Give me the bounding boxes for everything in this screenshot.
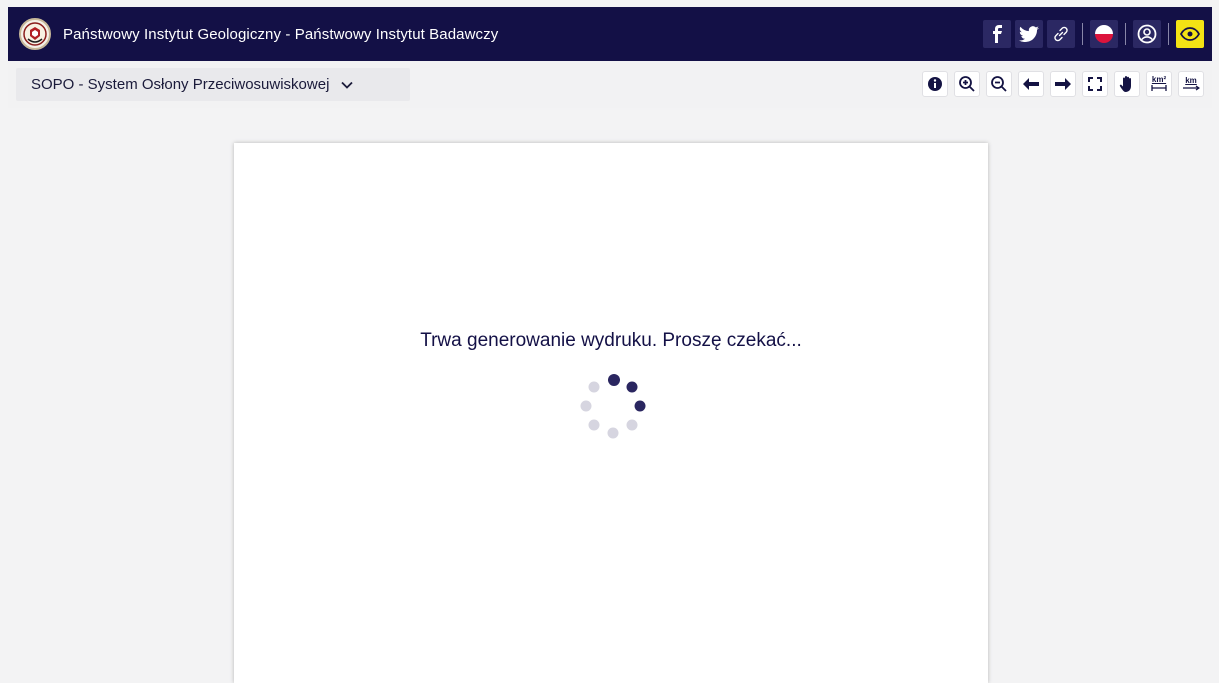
measure-distance-icon xyxy=(1183,85,1200,91)
spinner-dot xyxy=(626,381,638,393)
app-selector-label: SOPO - System Osłony Przeciwosuwiskowej xyxy=(31,76,330,93)
previous-extent-button[interactable] xyxy=(1018,71,1044,97)
link-icon[interactable] xyxy=(1047,20,1075,48)
next-extent-button[interactable] xyxy=(1050,71,1076,97)
print-preview-panel: Trwa generowanie wydruku. Proszę czekać.… xyxy=(234,143,988,683)
full-extent-icon xyxy=(1088,77,1102,91)
pan-button[interactable] xyxy=(1114,71,1140,97)
measure-area-icon xyxy=(1151,85,1167,91)
measure-distance-label: km xyxy=(1185,76,1197,85)
zoom-in-button[interactable] xyxy=(954,71,980,97)
zoom-out-button[interactable] xyxy=(986,71,1012,97)
loading-spinner-icon xyxy=(580,374,646,439)
facebook-icon[interactable] xyxy=(983,20,1011,48)
measure-area-label: km² xyxy=(1151,75,1167,84)
info-button[interactable] xyxy=(922,71,948,97)
header-divider xyxy=(1168,23,1169,45)
user-account-icon[interactable] xyxy=(1133,20,1161,48)
spinner-dot xyxy=(634,400,646,412)
zoom-out-icon xyxy=(991,76,1007,92)
eye-icon[interactable] xyxy=(1176,20,1204,48)
app-selector-dropdown[interactable]: SOPO - System Osłony Przeciwosuwiskowej xyxy=(16,68,410,101)
full-extent-button[interactable] xyxy=(1082,71,1108,97)
arrow-left-icon xyxy=(1023,78,1039,90)
polish-flag-icon[interactable] xyxy=(1090,20,1118,48)
site-title[interactable]: Państwowy Instytut Geologiczny - Państwo… xyxy=(63,26,498,43)
spinner-dot xyxy=(588,419,600,431)
info-icon xyxy=(928,77,942,91)
pan-hand-icon xyxy=(1119,76,1131,92)
header-divider xyxy=(1082,23,1083,45)
measure-distance-button[interactable]: km xyxy=(1178,71,1204,97)
spinner-dot xyxy=(608,374,620,386)
arrow-right-icon xyxy=(1055,78,1071,90)
measure-area-button[interactable]: km² xyxy=(1146,71,1172,97)
header-icons xyxy=(983,20,1204,48)
spinner-dot xyxy=(626,419,638,431)
chevron-down-icon xyxy=(341,81,354,89)
institute-logo[interactable] xyxy=(19,18,51,50)
spinner-dot xyxy=(607,427,619,439)
zoom-in-icon xyxy=(959,76,975,92)
top-header: Państwowy Instytut Geologiczny - Państwo… xyxy=(8,7,1212,61)
secondary-bar: SOPO - System Osłony Przeciwosuwiskowej xyxy=(8,61,1212,108)
header-divider xyxy=(1125,23,1126,45)
map-toolbar: km² km xyxy=(922,71,1204,97)
spinner-dot xyxy=(588,381,600,393)
spinner-dot xyxy=(580,400,592,412)
twitter-icon[interactable] xyxy=(1015,20,1043,48)
loading-message: Trwa generowanie wydruku. Proszę czekać.… xyxy=(420,330,802,351)
